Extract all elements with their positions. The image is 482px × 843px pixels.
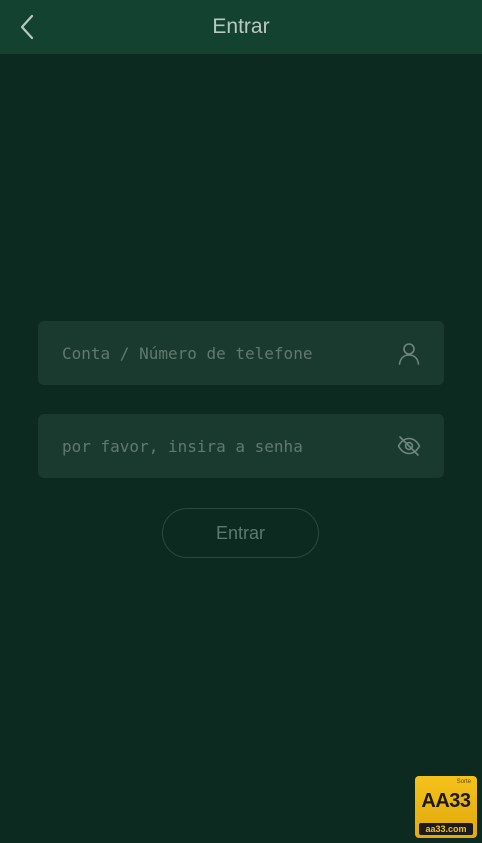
password-field[interactable]	[38, 414, 444, 478]
header-bar: Entrar	[0, 0, 482, 54]
badge-logo-text: AA33	[421, 790, 471, 812]
badge-url-text: aa33.com	[419, 823, 473, 835]
brand-badge[interactable]: Sorte AA33 aa33.com	[415, 776, 477, 838]
user-icon	[396, 340, 422, 366]
page-title: Entrar	[212, 15, 270, 38]
chevron-left-icon	[20, 14, 34, 40]
back-button[interactable]	[8, 8, 46, 46]
account-field[interactable]	[38, 321, 444, 385]
badge-top-text: Sorte	[456, 779, 471, 785]
eye-slash-icon[interactable]	[396, 433, 422, 459]
submit-button[interactable]: Entrar	[162, 508, 319, 558]
password-input[interactable]	[38, 414, 378, 478]
account-input[interactable]	[38, 321, 378, 385]
